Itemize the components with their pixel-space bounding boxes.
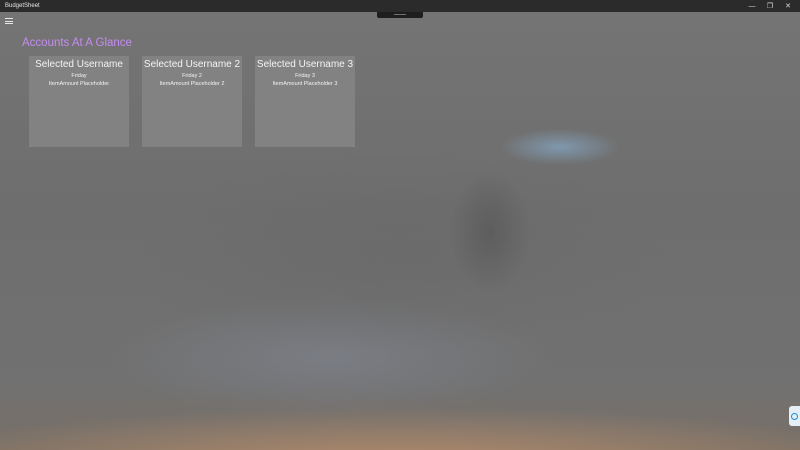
window-controls: — ❐ ✕	[743, 0, 797, 12]
account-card[interactable]: Selected Username 3 Friday 3 ItemAmount …	[255, 56, 355, 147]
page-title: Accounts At A Glance	[22, 37, 132, 49]
account-card[interactable]: Selected Username Friday ItemAmount Plac…	[29, 56, 129, 147]
card-amount: ItemAmount Placeholder 3	[272, 81, 338, 87]
card-username: Selected Username	[35, 59, 123, 70]
card-amount: ItemAmount Placeholder 2	[159, 81, 225, 87]
hamburger-menu-icon[interactable]	[5, 18, 13, 24]
card-day: Friday	[71, 73, 87, 79]
card-day: Friday 2	[182, 73, 202, 79]
card-username: Selected Username 3	[256, 59, 354, 70]
close-button[interactable]: ✕	[779, 0, 797, 12]
title-bar[interactable]: BudgetSheet — ❐ ✕	[0, 0, 800, 12]
card-amount: ItemAmount Placeholder	[48, 81, 110, 87]
drag-handle-grip-icon	[394, 14, 406, 15]
minimize-button[interactable]: —	[743, 0, 761, 12]
restore-button[interactable]: ❐	[761, 0, 779, 12]
account-cards: Selected Username Friday ItemAmount Plac…	[29, 56, 368, 147]
account-card[interactable]: Selected Username 2 Friday 2 ItemAmount …	[142, 56, 242, 147]
teamviewer-icon[interactable]	[789, 406, 800, 426]
drag-handle[interactable]	[377, 12, 423, 18]
card-day: Friday 3	[295, 73, 315, 79]
window-title: BudgetSheet	[5, 3, 40, 9]
card-username: Selected Username 2	[143, 59, 241, 70]
